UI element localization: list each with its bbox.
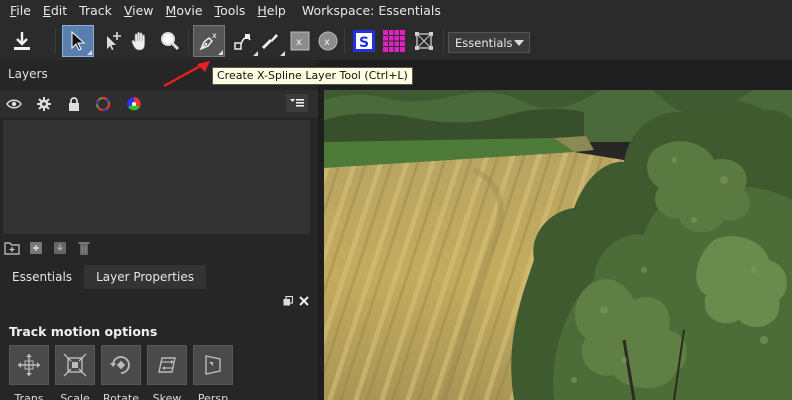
track-motion-labels: Trans Scale Rotate Skew Persp (9, 392, 233, 400)
new-folder-icon[interactable] (4, 240, 20, 256)
color-wheel-icon[interactable] (126, 96, 142, 112)
grid-icon (383, 30, 405, 52)
track-motion-buttons (9, 345, 233, 385)
left-panel: Layers Essentials Layer Properties Track… (0, 60, 318, 400)
zoom-tool-button[interactable] (154, 25, 186, 57)
panel-controls (283, 296, 309, 306)
svg-text:x: x (324, 37, 330, 48)
clip-viewer[interactable] (324, 90, 792, 400)
menu-bar: File Edit Track View Movie Tools Help Wo… (0, 0, 792, 22)
workspace-label: Workspace: Essentials (301, 3, 441, 18)
arrow-cursor-icon (71, 30, 86, 51)
menu-tools[interactable]: Tools (209, 0, 252, 22)
bezier-pen-icon (234, 34, 251, 50)
track-perspective-button[interactable] (193, 345, 233, 385)
lock-icon[interactable] (66, 96, 82, 112)
hand-icon (131, 32, 145, 51)
layers-panel-title: Layers (8, 67, 48, 81)
ellipse-x-icon: x (318, 31, 338, 51)
workspace-dropdown[interactable]: Essentials (448, 32, 530, 53)
surface-toggle-button[interactable]: S (348, 25, 380, 57)
annotation-arrow (163, 61, 210, 88)
corner-pin-icon (415, 32, 433, 50)
skew-label: Skew (152, 392, 182, 400)
app-window: File Edit Track View Movie Tools Help Wo… (0, 0, 792, 400)
planar-corners-button[interactable] (408, 25, 440, 57)
menu-edit[interactable]: Edit (37, 0, 73, 22)
pan-tool-button[interactable] (124, 25, 156, 57)
grid-toggle-button[interactable] (378, 25, 410, 57)
svg-text:x: x (212, 31, 217, 40)
track-scale-button[interactable] (55, 345, 95, 385)
track-motion-title: Track motion options (9, 324, 158, 339)
layers-header (0, 90, 318, 118)
layers-options-button[interactable] (286, 94, 308, 112)
magic-brush-tool-button[interactable] (254, 25, 286, 57)
select-tool-button[interactable] (62, 25, 94, 57)
track-rotate-button[interactable] (101, 345, 141, 385)
trash-icon[interactable] (76, 240, 92, 256)
eye-icon[interactable] (6, 96, 22, 112)
layers-actions (0, 237, 318, 259)
add-layer-icon[interactable] (28, 240, 44, 256)
scale-label: Scale (60, 392, 90, 400)
gear-icon[interactable] (36, 96, 52, 112)
xspline-layer-tool-button[interactable]: x (193, 25, 225, 57)
add-point-icon (107, 32, 121, 50)
perspective-icon (205, 355, 221, 375)
chevron-down-icon (514, 40, 524, 46)
s-surface-icon: S (353, 30, 375, 52)
skew-icon (158, 357, 176, 373)
svg-text:S: S (359, 35, 369, 51)
track-translation-button[interactable] (9, 345, 49, 385)
trans-label: Trans (14, 392, 44, 400)
list-menu-icon (290, 99, 304, 107)
menu-help[interactable]: Help (251, 0, 292, 22)
rotate-label: Rotate (102, 392, 139, 400)
menu-file[interactable]: File (4, 0, 37, 22)
menu-track[interactable]: Track (73, 0, 118, 22)
panel-tabs: Essentials Layer Properties (0, 265, 206, 289)
scale-icon (63, 353, 87, 377)
tab-essentials[interactable]: Essentials (0, 265, 85, 289)
rectangle-x-icon: x (290, 31, 310, 51)
magnifier-icon (161, 32, 180, 51)
toolbar: x x x S Essentials (0, 22, 792, 60)
layers-list[interactable] (3, 120, 310, 234)
workspace-dropdown-value: Essentials (455, 35, 513, 50)
close-icon[interactable] (299, 296, 309, 306)
video-frame-image (324, 90, 792, 400)
track-skew-button[interactable] (147, 345, 187, 385)
float-panel-icon[interactable] (283, 296, 293, 306)
download-icon (14, 32, 30, 50)
persp-label: Persp (197, 392, 229, 400)
color-ring-icon[interactable] (95, 96, 111, 112)
brush-icon (261, 34, 278, 50)
duplicate-layer-icon[interactable] (52, 240, 68, 256)
menu-view[interactable]: View (118, 0, 160, 22)
move-arrows-icon (18, 354, 40, 376)
tab-layer-properties[interactable]: Layer Properties (84, 265, 206, 289)
svg-text:x: x (296, 37, 302, 48)
export-tracking-button[interactable] (6, 25, 38, 57)
tooltip: Create X-Spline Layer Tool (Ctrl+L) (212, 67, 413, 85)
menu-movie[interactable]: Movie (160, 0, 209, 22)
ellipse-tool-button[interactable]: x (312, 25, 344, 57)
rotate-icon (110, 356, 130, 374)
